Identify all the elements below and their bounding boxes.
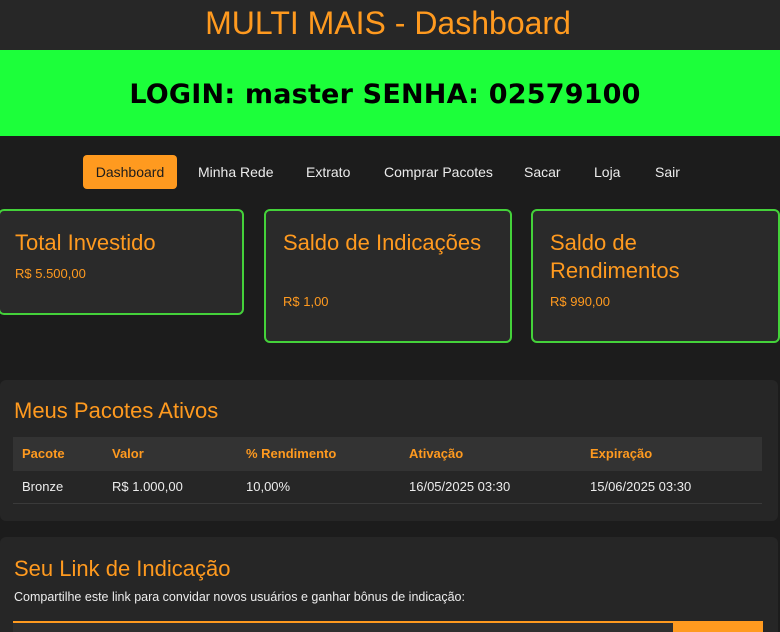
copy-link-button[interactable] xyxy=(673,621,763,632)
column-header: Expiração xyxy=(590,446,653,461)
header-bar: MULTI MAIS - Dashboard xyxy=(0,0,780,50)
column-header: Ativação xyxy=(409,446,464,461)
dashboard-page: MULTI MAIS - Dashboard LOGIN: master SEN… xyxy=(0,0,780,632)
nav-comprar-pacotes[interactable]: Comprar Pacotes xyxy=(384,155,493,189)
nav-sacar[interactable]: Sacar xyxy=(524,155,561,189)
referral-link-input[interactable] xyxy=(13,621,673,632)
table-cell: Bronze xyxy=(22,479,64,494)
card-total-investido: Total Investido R$ 5.500,00 xyxy=(0,209,244,315)
table-cell: 16/05/2025 03:30 xyxy=(409,479,511,494)
column-header: % Rendimento xyxy=(246,446,337,461)
card-value: R$ 5.500,00 xyxy=(15,266,86,281)
card-saldo-rendimentos: Saldo de Rendimentos R$ 990,00 xyxy=(531,209,780,343)
table-cell: 15/06/2025 03:30 xyxy=(590,479,692,494)
nav-extrato[interactable]: Extrato xyxy=(306,155,350,189)
table-cell: R$ 1.000,00 xyxy=(112,479,183,494)
nav-dashboard[interactable]: Dashboard xyxy=(83,155,177,189)
table-row: Bronze R$ 1.000,00 10,00% 16/05/2025 03:… xyxy=(13,471,762,504)
login-banner-text: LOGIN: master SENHA: 02579100 xyxy=(129,79,641,110)
column-header: Valor xyxy=(112,446,144,461)
card-title: Saldo de Rendimentos xyxy=(550,230,680,283)
card-saldo-indicacoes: Saldo de Indicações R$ 1,00 xyxy=(264,209,512,343)
column-header: Pacote xyxy=(22,446,65,461)
card-title: Saldo de Indicações xyxy=(283,230,482,255)
page-title: MULTI MAIS - Dashboard xyxy=(205,5,571,41)
packages-title: Meus Pacotes Ativos xyxy=(14,398,219,423)
card-value: R$ 1,00 xyxy=(283,294,329,309)
nav-loja[interactable]: Loja xyxy=(594,155,620,189)
card-title: Total Investido xyxy=(15,230,156,255)
main-nav: Dashboard Minha Rede Extrato Comprar Pac… xyxy=(0,155,780,189)
nav-minha-rede[interactable]: Minha Rede xyxy=(198,155,274,189)
nav-sair[interactable]: Sair xyxy=(655,155,680,189)
card-value: R$ 990,00 xyxy=(550,294,610,309)
packages-table-header: Pacote Valor % Rendimento Ativação Expir… xyxy=(13,437,762,471)
table-cell: 10,00% xyxy=(246,479,291,494)
referral-title: Seu Link de Indicação xyxy=(14,556,231,581)
referral-description: Compartilhe este link para convidar novo… xyxy=(14,590,465,604)
referral-section xyxy=(0,537,778,632)
